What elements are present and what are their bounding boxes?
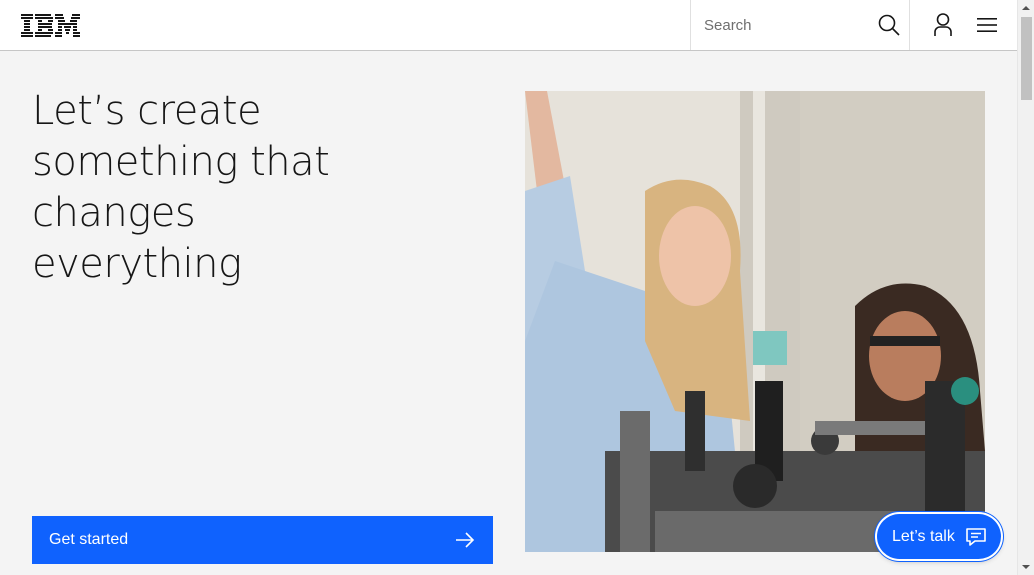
menu-icon xyxy=(977,18,997,32)
lets-talk-button[interactable]: Let’s talk xyxy=(877,514,1001,559)
menu-button[interactable] xyxy=(965,0,1009,50)
hero-title-line: changes xyxy=(32,190,196,236)
hero-title-line: something that xyxy=(32,139,330,185)
scroll-up-arrow-icon[interactable] xyxy=(1022,6,1030,10)
hero-title-line: Let’s create xyxy=(32,88,262,134)
get-started-label: Get started xyxy=(49,531,129,548)
user-profile-button[interactable] xyxy=(921,0,965,50)
search-input[interactable] xyxy=(691,0,861,50)
ibm-logo[interactable] xyxy=(21,14,80,37)
ibm-logo-mark xyxy=(21,14,80,37)
arrow-right-icon xyxy=(456,532,475,548)
hero-image xyxy=(525,91,985,552)
user-icon xyxy=(934,13,952,36)
page: Let’s create something that changes ever… xyxy=(0,0,1034,575)
scroll-down-arrow-icon[interactable] xyxy=(1022,565,1030,569)
chat-icon xyxy=(966,528,986,546)
scroll-thumb[interactable] xyxy=(1021,17,1032,100)
search-icon xyxy=(878,14,900,36)
hero-title: Let’s create something that changes ever… xyxy=(32,86,362,290)
search-box xyxy=(690,0,910,50)
masthead xyxy=(0,0,1017,51)
get-started-button[interactable]: Get started xyxy=(32,516,493,564)
search-button[interactable] xyxy=(867,0,911,50)
vertical-scrollbar[interactable] xyxy=(1017,0,1034,575)
lets-talk-label: Let’s talk xyxy=(892,527,955,545)
hero-title-line: everything xyxy=(32,241,242,287)
lab-scientists-photo xyxy=(525,91,985,552)
